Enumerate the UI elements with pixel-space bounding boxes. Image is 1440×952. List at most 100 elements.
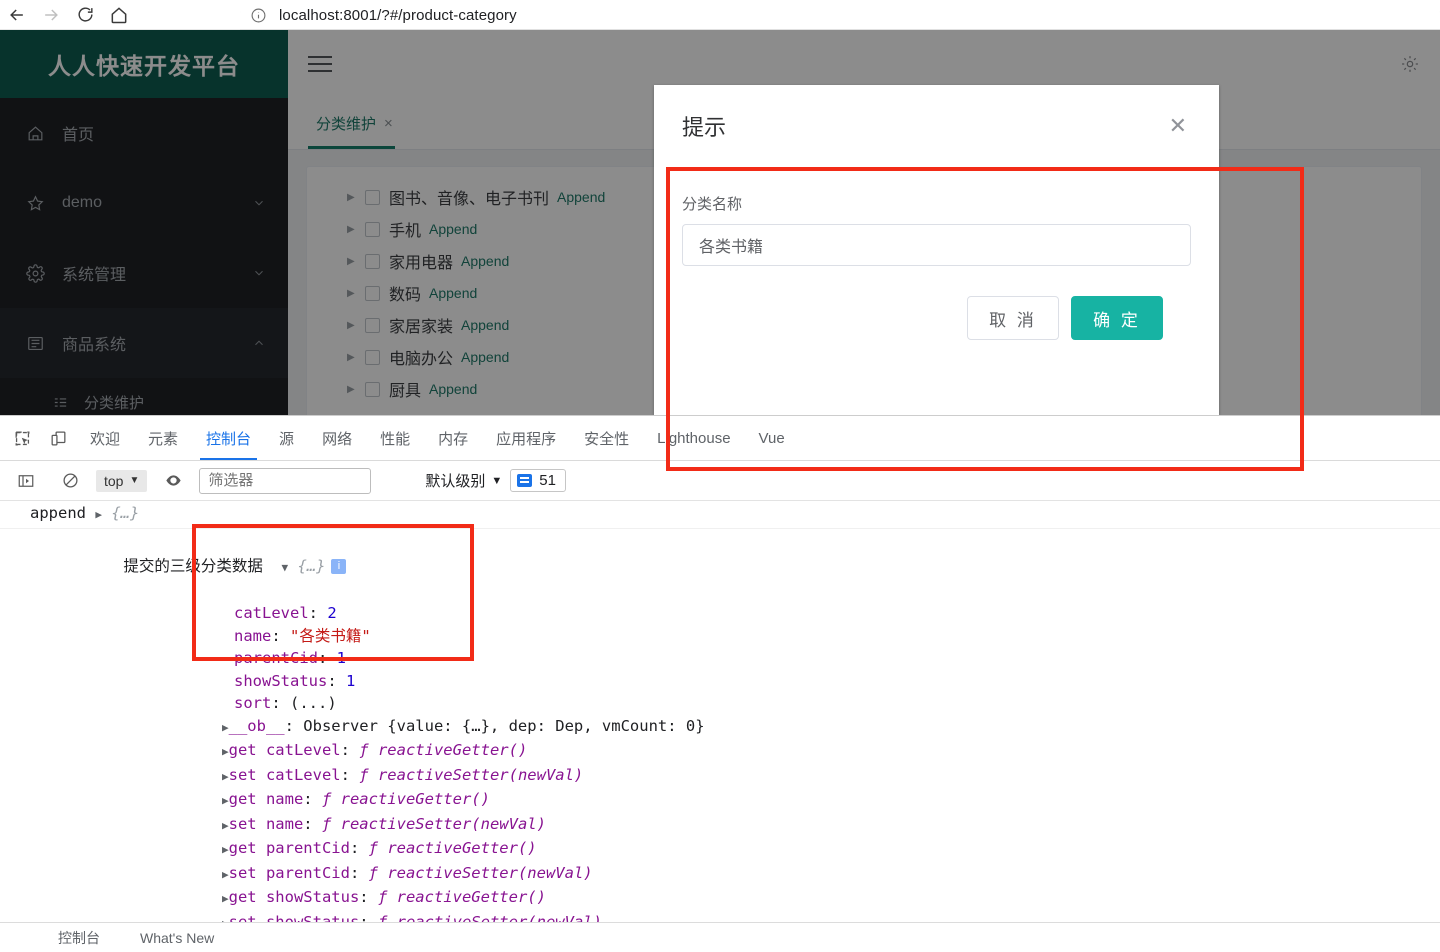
back-icon[interactable] xyxy=(0,1,34,29)
console-property[interactable]: showStatus: 1 xyxy=(0,670,1440,693)
console-accessor[interactable]: ▶set name: ƒ reactiveSetter(newVal) xyxy=(0,813,1440,838)
console-accessor[interactable]: ▶set parentCid: ƒ reactiveSetter(newVal) xyxy=(0,862,1440,887)
tree-checkbox[interactable] xyxy=(365,221,380,237)
tab-vue[interactable]: Vue xyxy=(745,416,799,460)
category-name-label: 分类名称 xyxy=(682,196,743,213)
address-bar[interactable]: localhost:8001/?#/product-category xyxy=(240,0,1440,30)
expand-triangle-icon[interactable]: ▶ xyxy=(222,721,229,734)
drawer-tab-whats-new[interactable]: What's New xyxy=(140,930,214,946)
star-icon xyxy=(26,194,50,213)
console-property[interactable]: sort: (...) xyxy=(0,692,1440,715)
tab-performance[interactable]: 性能 xyxy=(366,416,424,460)
chevron-right-icon[interactable]: ▶ xyxy=(347,320,365,331)
tree-checkbox[interactable] xyxy=(365,285,380,301)
tree-checkbox[interactable] xyxy=(365,189,380,205)
close-icon[interactable]: × xyxy=(384,115,393,132)
sidebar-item-demo[interactable]: demo xyxy=(0,168,288,238)
tree-checkbox[interactable] xyxy=(365,349,380,365)
console-accessor[interactable]: ▶get name: ƒ reactiveGetter() xyxy=(0,788,1440,813)
info-circle-icon[interactable] xyxy=(250,7,267,24)
log-level-select[interactable]: 默认级别 ▼ xyxy=(425,470,502,491)
submit-log-header[interactable]: 提交的三级分类数据 ▼ {…} i xyxy=(0,533,1440,603)
expand-triangle-icon[interactable]: ▶ xyxy=(222,794,229,807)
tree-label: 手机 xyxy=(389,223,422,240)
tree-checkbox[interactable] xyxy=(365,253,380,269)
accessor-kind: get xyxy=(228,790,257,808)
console-property[interactable]: parentCid: 1 xyxy=(0,647,1440,670)
info-badge-icon[interactable]: i xyxy=(331,559,347,574)
sidebar: 人人快速开发平台 首页 demo 系统管理 商品系统 分类维护 xyxy=(0,30,288,415)
context-value: top xyxy=(104,472,124,489)
home-icon[interactable] xyxy=(102,1,136,29)
tab-lighthouse[interactable]: Lighthouse xyxy=(643,416,744,460)
tab-security[interactable]: 安全性 xyxy=(570,416,643,460)
chevron-right-icon[interactable]: ▶ xyxy=(347,256,365,267)
device-toolbar-icon[interactable] xyxy=(40,420,76,456)
chevron-right-icon[interactable]: ▶ xyxy=(347,288,365,299)
reload-icon[interactable] xyxy=(68,1,102,29)
expand-triangle-icon[interactable]: ▶ xyxy=(222,819,229,832)
product-icon xyxy=(26,334,50,353)
append-button[interactable]: Append xyxy=(461,317,509,333)
chevron-right-icon[interactable]: ▶ xyxy=(347,192,365,203)
sidebar-item-home[interactable]: 首页 xyxy=(0,98,288,168)
filter-input[interactable] xyxy=(199,467,372,494)
append-button[interactable]: Append xyxy=(461,253,509,269)
property-key: name xyxy=(265,814,304,833)
tree-checkbox[interactable] xyxy=(365,381,380,397)
chevron-right-icon[interactable]: ▶ xyxy=(347,224,365,235)
execution-context-select[interactable]: top ▼ xyxy=(96,469,148,492)
console-property[interactable]: name: "各类书籍" xyxy=(0,625,1440,648)
append-button[interactable]: Append xyxy=(429,221,477,237)
tab-welcome[interactable]: 欢迎 xyxy=(76,416,134,460)
expand-triangle-icon[interactable]: ▶ xyxy=(222,843,229,856)
message-count-badge[interactable]: 51 xyxy=(510,469,566,492)
eye-icon[interactable] xyxy=(155,463,191,499)
append-button[interactable]: Append xyxy=(429,285,477,301)
drawer-tab-console[interactable]: 控制台 xyxy=(58,928,100,948)
console-accessor[interactable]: ▶set showStatus: ƒ reactiveSetter(newVal… xyxy=(0,911,1440,923)
close-icon[interactable]: ✕ xyxy=(1169,115,1187,137)
tab-network[interactable]: 网络 xyxy=(308,416,366,460)
category-name-input[interactable] xyxy=(682,224,1191,266)
tab-console[interactable]: 控制台 xyxy=(192,416,265,460)
append-button[interactable]: Append xyxy=(557,189,605,205)
expand-triangle-icon[interactable]: ▶ xyxy=(222,868,229,881)
console-accessor[interactable]: ▶get catLevel: ƒ reactiveGetter() xyxy=(0,739,1440,764)
console-ob-line[interactable]: ▶__ob__: Observer {value: {…}, dep: Dep,… xyxy=(0,715,1440,740)
tree-checkbox[interactable] xyxy=(365,317,380,333)
sidebar-item-product[interactable]: 商品系统 xyxy=(0,308,288,378)
console-accessor[interactable]: ▶get parentCid: ƒ reactiveGetter() xyxy=(0,837,1440,862)
expand-triangle-icon[interactable]: ▶ xyxy=(222,745,229,758)
tree-label: 家居家装 xyxy=(389,319,454,336)
console-row-append[interactable]: append ▶ {…} xyxy=(0,501,1440,529)
hamburger-icon[interactable] xyxy=(308,56,332,72)
tab-application[interactable]: 应用程序 xyxy=(482,416,570,460)
tab-category-maintenance[interactable]: 分类维护 × xyxy=(304,98,405,149)
accessor-kind: set xyxy=(228,814,257,833)
console-accessor[interactable]: ▶get showStatus: ƒ reactiveGetter() xyxy=(0,886,1440,911)
append-button[interactable]: Append xyxy=(429,381,477,397)
tab-sources[interactable]: 源 xyxy=(265,416,308,460)
sidebar-item-category-maintenance[interactable]: 分类维护 xyxy=(0,378,288,415)
cancel-button[interactable]: 取 消 xyxy=(967,296,1059,340)
property-key: name xyxy=(234,626,272,645)
expand-triangle-icon[interactable]: ▶ xyxy=(95,508,102,521)
inspect-element-icon[interactable] xyxy=(4,420,40,456)
property-key: catLevel xyxy=(234,604,309,622)
expand-triangle-icon[interactable]: ▶ xyxy=(222,892,229,905)
console-sidebar-icon[interactable] xyxy=(8,463,44,499)
gear-icon[interactable] xyxy=(1400,54,1420,74)
clear-console-icon[interactable] xyxy=(52,463,88,499)
console-property[interactable]: catLevel: 2 xyxy=(0,602,1440,625)
expand-triangle-icon[interactable]: ▶ xyxy=(222,770,229,783)
chevron-right-icon[interactable]: ▶ xyxy=(347,384,365,395)
chevron-down-icon: ▼ xyxy=(491,474,503,487)
confirm-button[interactable]: 确 定 xyxy=(1071,296,1163,340)
tab-memory[interactable]: 内存 xyxy=(424,416,482,460)
append-button[interactable]: Append xyxy=(461,349,509,365)
sidebar-item-system[interactable]: 系统管理 xyxy=(0,238,288,308)
console-accessor[interactable]: ▶set catLevel: ƒ reactiveSetter(newVal) xyxy=(0,764,1440,789)
tab-elements[interactable]: 元素 xyxy=(134,416,192,460)
chevron-right-icon[interactable]: ▶ xyxy=(347,352,365,363)
